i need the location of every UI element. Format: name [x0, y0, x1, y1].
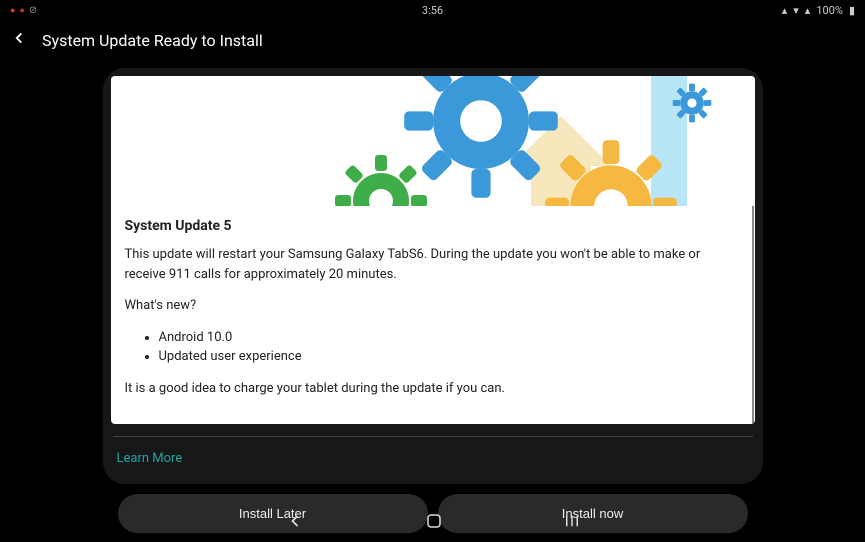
list-item: Android 10.0 [159, 328, 741, 348]
whats-new-list: Android 10.0 Updated user experience [159, 328, 741, 367]
update-panel: System Update 5 This update will restart… [111, 76, 755, 424]
scrollbar[interactable] [752, 206, 754, 424]
notification-icon-2: ● [19, 5, 24, 16]
list-item: Updated user experience [159, 347, 741, 367]
hero-image [111, 76, 755, 206]
wifi-icon: ▾ [793, 4, 799, 17]
status-time: 3:56 [422, 4, 443, 17]
battery-icon: ▮ [849, 4, 855, 17]
gear-icon [671, 82, 713, 124]
navigation-bar [0, 500, 865, 542]
gear-icon [331, 151, 431, 206]
learn-more-link[interactable]: Learn More [103, 437, 763, 484]
app-header: System Update Ready to Install [0, 20, 865, 60]
whats-new-label: What's new? [125, 296, 741, 316]
charge-note: It is a good idea to charge your tablet … [125, 379, 741, 399]
status-left-icons: ● ● ⊘ [10, 5, 37, 16]
page-title: System Update Ready to Install [42, 31, 263, 50]
update-content[interactable]: System Update 5 This update will restart… [111, 206, 755, 424]
DND-icon: ⊘ [29, 5, 37, 16]
gear-icon [541, 136, 681, 206]
nav-recents-icon[interactable] [563, 512, 581, 530]
update-title: System Update 5 [125, 216, 741, 237]
update-description: This update will restart your Samsung Ga… [125, 245, 741, 284]
back-icon[interactable] [10, 28, 28, 52]
notification-icon: ● [10, 5, 15, 16]
nav-home-icon[interactable] [425, 512, 443, 530]
battery-text: 100% [816, 4, 843, 17]
signal-icon: ▴ [782, 4, 788, 17]
status-bar: ● ● ⊘ 3:56 ▴ ▾ ▴ 100% ▮ [0, 0, 865, 20]
nav-back-icon[interactable] [285, 511, 305, 531]
status-right-icons: ▴ ▾ ▴ 100% ▮ [782, 4, 855, 17]
update-card: System Update 5 This update will restart… [103, 68, 763, 484]
signal-icon-2: ▴ [805, 4, 811, 17]
